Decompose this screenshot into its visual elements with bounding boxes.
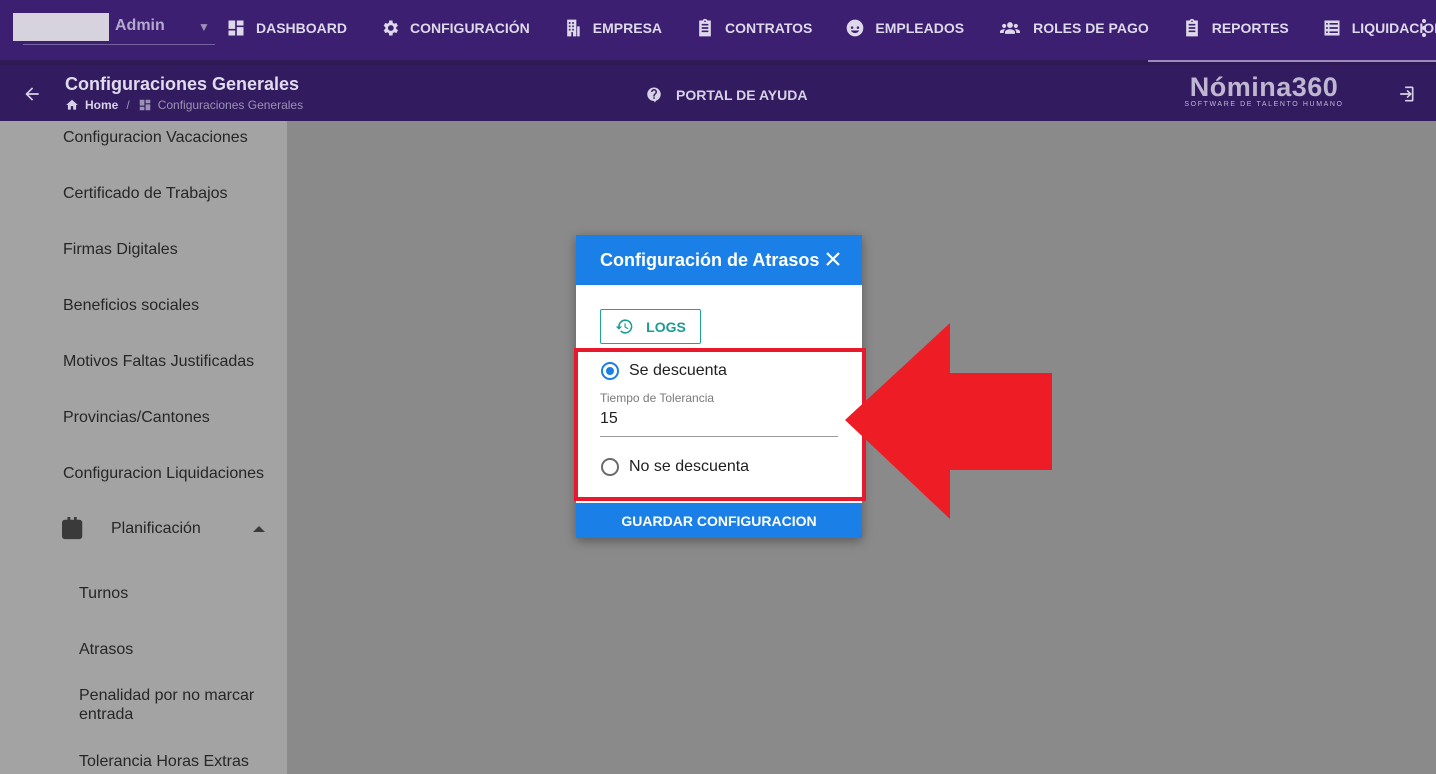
sidebar-item-firmas[interactable]: Firmas Digitales: [63, 241, 178, 259]
menu-configuracion[interactable]: CONFIGURACIÓN: [380, 18, 530, 38]
sidebar-item-vacaciones[interactable]: Configuracion Vacaciones: [63, 129, 248, 147]
breadcrumb-current: Configuraciones Generales: [157, 98, 304, 112]
dialog-header: Configuración de Atrasos: [576, 235, 862, 285]
menu-empresa-label: EMPRESA: [592, 20, 663, 36]
history-icon: [615, 319, 633, 334]
group-icon: [1000, 22, 1021, 34]
help-icon: [647, 87, 661, 103]
menu-reportes[interactable]: REPORTES: [1182, 18, 1289, 38]
page-header: Configuraciones Generales Home / Configu…: [0, 65, 1436, 121]
sidebar: Configuracion Vacaciones Certificado de …: [0, 121, 287, 774]
breadcrumb-separator: /: [126, 98, 130, 112]
logo-brand: Nómina360: [1189, 72, 1339, 102]
menu-liquidaciones[interactable]: LIQUIDACIONES: [1322, 18, 1436, 38]
breadcrumb-home[interactable]: Home: [85, 98, 118, 112]
menu-roles-de-pago[interactable]: ROLES DE PAGO: [997, 18, 1149, 38]
logout-icon[interactable]: [1396, 84, 1416, 104]
progress-accent: [1148, 60, 1436, 62]
face-icon: [847, 19, 864, 37]
top-navbar: Admin ▼ DASHBOARD CONFIGURACIÓN EMPRESA …: [0, 0, 1436, 60]
sidebar-group-label: Planificación: [111, 520, 201, 537]
home-icon[interactable]: [65, 98, 79, 112]
user-name[interactable]: Admin: [115, 17, 165, 35]
more-vert-icon[interactable]: [1422, 19, 1426, 37]
dashboard-icon: [139, 99, 150, 111]
annotation-arrow-icon: [845, 323, 1052, 519]
list-icon: [1324, 20, 1340, 36]
page-title: Configuraciones Generales: [65, 74, 300, 94]
menu-reportes-label: REPORTES: [1211, 20, 1289, 36]
annotation-highlight-box: [574, 348, 866, 501]
chevron-down-icon[interactable]: ▼: [198, 20, 210, 34]
sidebar-group-planificacion[interactable]: Planificación: [62, 517, 272, 541]
sidebar-subitem-tolerancia-horas[interactable]: Tolerancia Horas Extras: [79, 752, 269, 771]
sidebar-item-certificado[interactable]: Certificado de Trabajos: [63, 185, 228, 203]
nomina360-logo: Nómina360 SOFTWARE DE TALENTO HUMANO: [1174, 72, 1354, 108]
help-portal-link[interactable]: PORTAL DE AYUDA: [645, 86, 807, 104]
clipboard-icon: [699, 18, 711, 37]
menu-dashboard-label: DASHBOARD: [256, 20, 347, 36]
sidebar-item-beneficios[interactable]: Beneficios sociales: [63, 297, 199, 315]
menu-configuracion-label: CONFIGURACIÓN: [410, 20, 530, 36]
sidebar-item-liquidaciones[interactable]: Configuracion Liquidaciones: [63, 465, 264, 483]
main-menu: DASHBOARD CONFIGURACIÓN EMPRESA CONTRATO…: [226, 18, 1436, 38]
logo-tagline: SOFTWARE DE TALENTO HUMANO: [1184, 101, 1344, 108]
menu-contratos[interactable]: CONTRATOS: [695, 18, 812, 38]
menu-contratos-label: CONTRATOS: [725, 20, 813, 36]
help-portal-label: PORTAL DE AYUDA: [676, 87, 808, 103]
dialog-title: Configuración de Atrasos: [600, 250, 820, 270]
menu-roles-label: ROLES DE PAGO: [1033, 20, 1149, 36]
close-icon[interactable]: [826, 252, 840, 266]
gear-icon: [383, 20, 398, 36]
menu-empleados-label: EMPLEADOS: [875, 20, 965, 36]
sidebar-subitem-atrasos[interactable]: Atrasos: [79, 640, 269, 659]
menu-empleados[interactable]: EMPLEADOS: [845, 18, 964, 38]
chevron-up-icon[interactable]: [253, 526, 265, 532]
breadcrumb: Home / Configuraciones Generales: [65, 98, 303, 112]
sidebar-item-provincias[interactable]: Provincias/Cantones: [63, 409, 210, 427]
building-icon: [566, 19, 580, 37]
arrow-back-icon[interactable]: [22, 84, 42, 104]
logs-button[interactable]: LOGS: [600, 309, 701, 344]
user-select-underline: [23, 44, 215, 45]
logs-button-label: LOGS: [646, 318, 686, 335]
menu-empresa[interactable]: EMPRESA: [563, 18, 662, 38]
calendar-icon: [62, 517, 83, 540]
sidebar-subitem-penalidad[interactable]: Penalidad por no marcar entrada: [79, 686, 269, 724]
sidebar-subitem-turnos[interactable]: Turnos: [79, 584, 269, 603]
user-avatar[interactable]: [13, 13, 109, 41]
menu-dashboard[interactable]: DASHBOARD: [226, 18, 347, 38]
clipboard-icon: [1185, 18, 1198, 37]
dashboard-icon: [228, 20, 244, 36]
save-config-button[interactable]: GUARDAR CONFIGURACION: [576, 503, 862, 538]
sidebar-item-motivos-faltas[interactable]: Motivos Faltas Justificadas: [63, 353, 254, 371]
